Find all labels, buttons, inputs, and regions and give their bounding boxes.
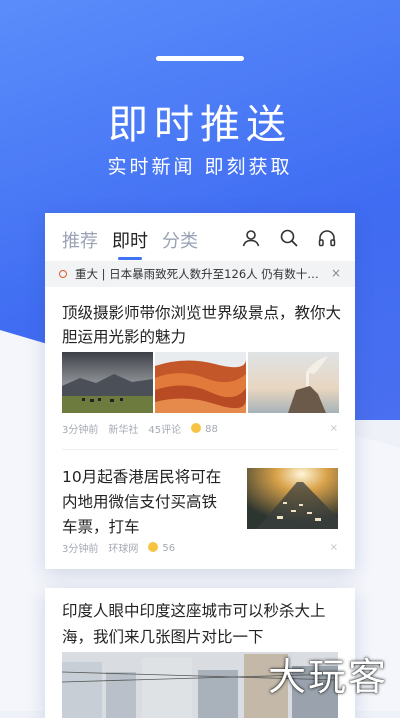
headphones-icon[interactable]	[317, 228, 337, 248]
tab-recommend[interactable]: 推荐	[62, 227, 98, 253]
live-dot-icon	[59, 270, 67, 278]
smile-icon	[191, 422, 202, 433]
article-images[interactable]	[62, 352, 339, 413]
article-time: 3分钟前	[62, 425, 99, 436]
dismiss-icon[interactable]: ×	[330, 423, 338, 434]
article-title[interactable]: 顶级摄影师带你浏览世界级景点，教你大胆运用光影的魅力	[62, 301, 342, 349]
user-icon[interactable]	[241, 228, 261, 248]
divider	[62, 449, 338, 450]
tab-instant[interactable]: 即时	[112, 227, 148, 260]
header-icons	[241, 228, 337, 248]
watermark: 大玩客	[267, 655, 388, 699]
article-title[interactable]: 印度人眼中印度这座城市可以秒杀大上海，我们来几张图片对比一下	[62, 598, 347, 650]
article-meta: 3分钟前 环球网 56 ×	[62, 540, 338, 555]
article-likes: 88	[191, 422, 218, 435]
article-title[interactable]: 10月起香港居民将可在内地用微信支付买高铁车票，打车	[62, 465, 232, 540]
search-icon[interactable]	[279, 228, 299, 248]
breaking-news-ticker[interactable]: 重大 | 日本暴雨致死人数升至126人 仍有数十… ×	[45, 261, 355, 287]
tab-category[interactable]: 分类	[162, 227, 198, 253]
highway-photo[interactable]	[247, 468, 338, 529]
hero-title: 即时推送	[108, 102, 292, 148]
landscape-photo-1	[62, 352, 153, 413]
hero-subtitle: 实时新闻 即刻获取	[107, 156, 293, 178]
ticker-text: 重大 | 日本暴雨致死人数升至126人 仍有数十…	[75, 267, 319, 281]
news-card: 推荐 即时 分类 重大 | 日本暴雨致死人数升至126人 仍有数十… × 顶级摄…	[45, 213, 355, 569]
article-time: 3分钟前	[62, 544, 99, 555]
article-source: 新华社	[108, 425, 139, 436]
article-comments: 45评论	[148, 425, 182, 436]
ticker-close-icon[interactable]: ×	[331, 266, 341, 280]
landscape-photo-3	[248, 352, 339, 413]
drag-handle	[156, 56, 244, 61]
article-source: 环球网	[108, 544, 139, 555]
article-meta: 3分钟前 新华社 45评论 88 ×	[62, 421, 338, 436]
landscape-photo-2	[155, 352, 246, 413]
laugh-icon	[148, 541, 159, 552]
dismiss-icon[interactable]: ×	[330, 542, 338, 553]
article-likes: 56	[148, 541, 175, 554]
tab-bar: 推荐 即时 分类	[62, 227, 212, 260]
